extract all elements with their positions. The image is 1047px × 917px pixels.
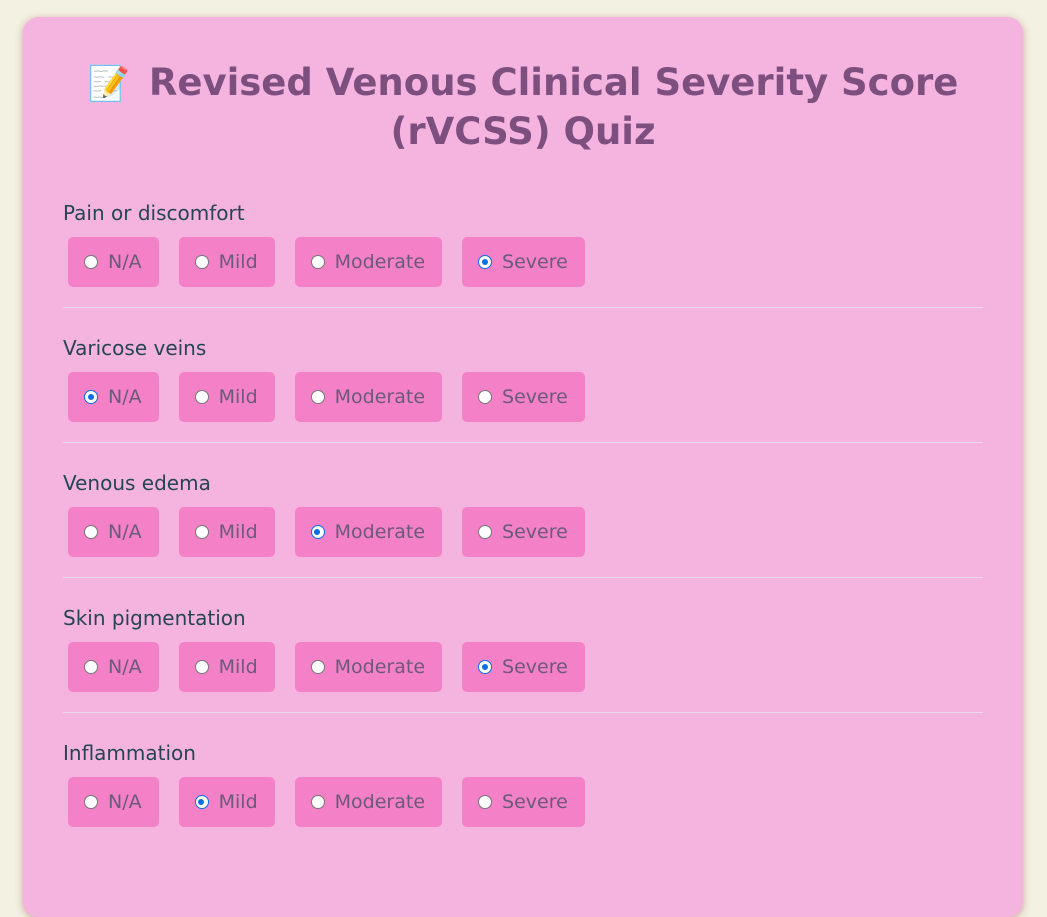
option-severe[interactable]: Severe	[462, 237, 585, 287]
page-title-text: Revised Venous Clinical Severity Score (…	[148, 61, 959, 153]
option-mild[interactable]: Mild	[178, 237, 275, 287]
question-section: Venous edema N/A Mild Moderate Severe	[63, 470, 983, 578]
radio-button[interactable]	[84, 255, 98, 269]
option-severe[interactable]: Severe	[462, 777, 585, 827]
option-severe[interactable]: Severe	[462, 372, 585, 422]
option-group: N/A Mild Moderate Severe	[63, 507, 983, 557]
radio-button[interactable]	[194, 795, 209, 809]
radio-button[interactable]	[478, 255, 493, 269]
option-severe[interactable]: Severe	[462, 642, 585, 692]
option-label: Mild	[218, 656, 258, 678]
radio-button[interactable]	[84, 795, 98, 809]
radio-button[interactable]	[194, 255, 209, 269]
option-n-a[interactable]: N/A	[68, 777, 159, 827]
option-moderate[interactable]: Moderate	[294, 642, 443, 692]
quiz-card: 📝 Revised Venous Clinical Severity Score…	[23, 17, 1023, 917]
question-section: Pain or discomfort N/A Mild Moderate Severe	[63, 200, 983, 308]
question-label: Venous edema	[63, 471, 211, 495]
radio-button[interactable]	[84, 525, 98, 539]
questions-list: Pain or discomfort N/A Mild Moderate Severe V…	[63, 200, 983, 847]
option-label: Severe	[502, 521, 568, 543]
option-mild[interactable]: Mild	[178, 777, 275, 827]
option-n-a[interactable]: N/A	[68, 642, 159, 692]
option-label: Moderate	[334, 791, 426, 813]
question-section: Inflammation N/A Mild Moderate Severe	[63, 740, 983, 847]
radio-button[interactable]	[194, 525, 209, 539]
option-moderate[interactable]: Moderate	[294, 372, 443, 422]
option-label: Mild	[218, 521, 258, 543]
option-n-a[interactable]: N/A	[68, 372, 159, 422]
radio-button[interactable]	[478, 525, 493, 539]
option-moderate[interactable]: Moderate	[294, 507, 443, 557]
option-label: N/A	[108, 656, 142, 678]
option-group: N/A Mild Moderate Severe	[63, 777, 983, 827]
radio-button[interactable]	[310, 525, 325, 539]
question-section: Skin pigmentation N/A Mild Moderate Severe	[63, 605, 983, 713]
question-label: Inflammation	[63, 741, 196, 765]
option-label: Moderate	[334, 251, 426, 273]
option-n-a[interactable]: N/A	[68, 507, 159, 557]
option-mild[interactable]: Mild	[178, 642, 275, 692]
option-severe[interactable]: Severe	[462, 507, 585, 557]
option-label: N/A	[108, 791, 142, 813]
question-section: Varicose veins N/A Mild Moderate Severe	[63, 335, 983, 443]
question-label: Skin pigmentation	[63, 606, 246, 630]
radio-button[interactable]	[310, 255, 325, 269]
radio-button[interactable]	[310, 795, 325, 809]
option-label: N/A	[108, 521, 142, 543]
question-label: Pain or discomfort	[63, 201, 245, 225]
radio-button[interactable]	[194, 390, 209, 404]
question-label: Varicose veins	[63, 336, 207, 360]
option-label: N/A	[108, 386, 142, 408]
option-label: Mild	[218, 251, 258, 273]
option-mild[interactable]: Mild	[178, 372, 275, 422]
radio-button[interactable]	[84, 660, 98, 674]
option-label: Moderate	[334, 386, 426, 408]
option-label: Severe	[502, 251, 568, 273]
option-group: N/A Mild Moderate Severe	[63, 642, 983, 692]
radio-button[interactable]	[194, 660, 209, 674]
page-title: 📝 Revised Venous Clinical Severity Score…	[63, 59, 983, 156]
option-label: Severe	[502, 386, 568, 408]
option-label: N/A	[108, 251, 142, 273]
memo-pencil-icon: 📝	[87, 64, 130, 104]
radio-button[interactable]	[310, 660, 325, 674]
option-group: N/A Mild Moderate Severe	[63, 237, 983, 287]
radio-button[interactable]	[310, 390, 325, 404]
option-label: Mild	[218, 791, 258, 813]
option-label: Severe	[502, 791, 568, 813]
option-label: Moderate	[334, 521, 426, 543]
option-label: Mild	[218, 386, 258, 408]
option-moderate[interactable]: Moderate	[294, 777, 443, 827]
option-n-a[interactable]: N/A	[68, 237, 159, 287]
option-mild[interactable]: Mild	[178, 507, 275, 557]
option-label: Moderate	[334, 656, 426, 678]
option-group: N/A Mild Moderate Severe	[63, 372, 983, 422]
radio-button[interactable]	[478, 795, 493, 809]
option-moderate[interactable]: Moderate	[294, 237, 443, 287]
radio-button[interactable]	[478, 660, 493, 674]
option-label: Severe	[502, 656, 568, 678]
radio-button[interactable]	[84, 390, 98, 404]
radio-button[interactable]	[478, 390, 493, 404]
